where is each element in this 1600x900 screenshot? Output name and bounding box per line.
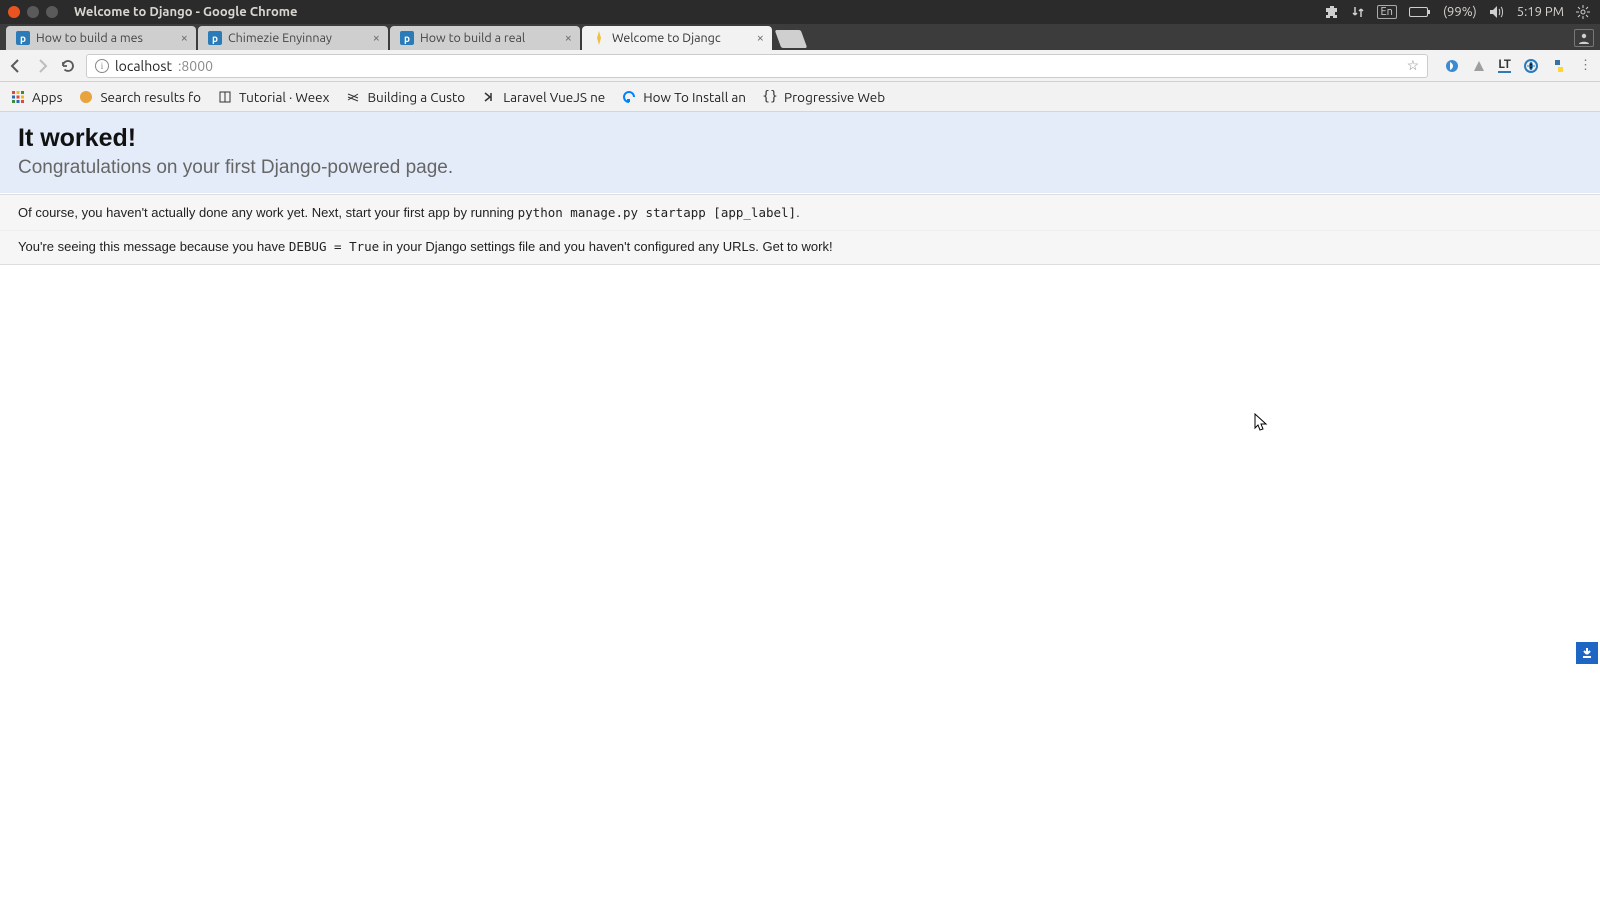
ubuntu-title-bar: Welcome to Django - Google Chrome En (99… — [0, 0, 1600, 24]
tab-title: How to build a real — [420, 31, 559, 45]
url-port: :8000 — [178, 58, 213, 74]
pusher-favicon-icon: p — [16, 31, 30, 45]
apps-grid-icon — [10, 89, 26, 105]
chevron-favicon-icon — [481, 89, 497, 105]
clock[interactable]: 5:19 PM — [1517, 5, 1564, 19]
django-explanation: You're seeing this message because you h… — [0, 231, 1600, 265]
chrome-toolbar: i localhost :8000 ☆ LT ⋮ — [0, 50, 1600, 82]
window-maximize-button[interactable] — [46, 6, 58, 18]
book-favicon-icon — [217, 89, 233, 105]
reload-button[interactable] — [60, 58, 76, 74]
tab-close-icon[interactable]: × — [757, 31, 764, 45]
system-tray: En (99%) 5:19 PM — [1325, 5, 1600, 19]
tab-0[interactable]: p How to build a mes × — [6, 26, 196, 50]
chrome-tab-strip: p How to build a mes × p Chimezie Enyinn… — [0, 24, 1600, 50]
explanation-code: DEBUG = True — [289, 239, 379, 254]
tab-close-icon[interactable]: × — [181, 31, 188, 45]
bookmark-item[interactable]: {} Progressive Web — [762, 89, 885, 105]
django-welcome-header: It worked! Congratulations on your first… — [0, 112, 1600, 194]
chrome-profile-button[interactable] — [1574, 29, 1594, 47]
extension-icon[interactable] — [1551, 58, 1567, 74]
address-bar[interactable]: i localhost :8000 ☆ — [86, 54, 1428, 78]
extension-icon[interactable]: LT — [1498, 58, 1511, 73]
back-button[interactable] — [8, 58, 24, 74]
window-controls — [0, 6, 66, 18]
battery-percent: (99%) — [1443, 5, 1477, 19]
tab-3-active[interactable]: Welcome to Djangc × — [582, 26, 772, 50]
coin-favicon-icon — [78, 89, 94, 105]
url-host: localhost — [115, 58, 172, 74]
tab-close-icon[interactable]: × — [373, 31, 380, 45]
mouse-cursor-icon — [1254, 413, 1268, 433]
bookmark-label: Tutorial · Weex — [239, 89, 329, 105]
window-minimize-button[interactable] — [27, 6, 39, 18]
chrome-menu-icon[interactable]: ⋮ — [1579, 58, 1592, 73]
extension-tray-icon[interactable] — [1325, 5, 1339, 19]
bookmark-item[interactable]: How To Install an — [621, 89, 746, 105]
keyboard-lang-indicator[interactable]: En — [1377, 5, 1397, 19]
instructions-code: python manage.py startapp [app_label] — [518, 205, 796, 220]
instructions-text-pre: Of course, you haven't actually done any… — [18, 205, 518, 220]
apps-label: Apps — [32, 89, 62, 105]
tab-1[interactable]: p Chimezie Enyinnay × — [198, 26, 388, 50]
pusher-favicon-icon: p — [400, 31, 414, 45]
bookmark-item[interactable]: Laravel VueJS ne — [481, 89, 605, 105]
explanation-text-post: in your Django settings file and you hav… — [379, 239, 832, 254]
pusher-favicon-icon: p — [208, 31, 222, 45]
settings-gear-icon[interactable] — [1576, 5, 1590, 19]
bookmarks-bar: Apps Search results fo Tutorial · Weex B… — [0, 82, 1600, 112]
bookmark-item[interactable]: Building a Custo — [345, 89, 465, 105]
extension-icon[interactable] — [1472, 59, 1486, 73]
page-subtitle: Congratulations on your first Django-pow… — [18, 157, 1582, 179]
battery-icon[interactable] — [1409, 6, 1431, 18]
bookmark-label: Building a Custo — [367, 89, 465, 105]
extension-icon[interactable] — [1444, 58, 1460, 74]
network-icon[interactable] — [1351, 5, 1365, 19]
bookmark-label: Laravel VueJS ne — [503, 89, 605, 105]
new-tab-button[interactable] — [775, 30, 808, 48]
bookmark-label: How To Install an — [643, 89, 746, 105]
extension-icons: LT ⋮ — [1438, 58, 1592, 74]
volume-icon[interactable] — [1489, 5, 1505, 19]
django-instructions: Of course, you haven't actually done any… — [0, 194, 1600, 231]
explanation-text-pre: You're seeing this message because you h… — [18, 239, 289, 254]
django-favicon-icon — [592, 31, 606, 45]
bookmark-label: Progressive Web — [784, 89, 885, 105]
tab-title: Welcome to Djangc — [612, 31, 751, 45]
window-title: Welcome to Django - Google Chrome — [74, 5, 297, 19]
download-indicator-icon[interactable] — [1576, 642, 1598, 664]
digitalocean-favicon-icon — [621, 89, 637, 105]
bookmark-star-icon[interactable]: ☆ — [1407, 57, 1420, 74]
tab-title: Chimezie Enyinnay — [228, 31, 367, 45]
braces-favicon-icon: {} — [762, 89, 778, 105]
page-heading: It worked! — [18, 124, 1582, 153]
instructions-text-post: . — [796, 205, 800, 220]
lines-favicon-icon — [345, 89, 361, 105]
tab-2[interactable]: p How to build a real × — [390, 26, 580, 50]
bookmark-item[interactable]: Search results fo — [78, 89, 201, 105]
window-close-button[interactable] — [8, 6, 20, 18]
tab-close-icon[interactable]: × — [565, 31, 572, 45]
extension-icon[interactable] — [1523, 58, 1539, 74]
bookmark-item[interactable]: Tutorial · Weex — [217, 89, 329, 105]
apps-button[interactable]: Apps — [10, 89, 62, 105]
site-info-icon[interactable]: i — [95, 59, 109, 73]
forward-button[interactable] — [34, 58, 50, 74]
tab-title: How to build a mes — [36, 31, 175, 45]
bookmark-label: Search results fo — [100, 89, 201, 105]
